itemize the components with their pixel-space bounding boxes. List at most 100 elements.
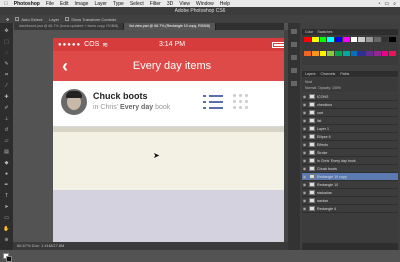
layer-row[interactable]: ◉ Stroke <box>302 149 398 157</box>
swatch[interactable] <box>304 50 311 56</box>
blur-tool-icon[interactable]: ◆ <box>3 161 10 166</box>
layer-row[interactable]: ◉ Rectangle 10 copy <box>302 173 398 181</box>
swatch[interactable] <box>327 50 334 56</box>
auto-select-checkbox[interactable]: Auto-Select: <box>15 17 43 22</box>
brush-tool-icon[interactable]: ✐ <box>3 106 10 111</box>
layer-row[interactable]: ◉ ICONS <box>302 93 398 101</box>
list-icon[interactable] <box>203 94 223 110</box>
eye-icon[interactable]: ◉ <box>302 93 307 100</box>
paragraph-icon[interactable] <box>291 68 297 73</box>
layer-row[interactable]: ◉ Effects <box>302 141 398 149</box>
move-tool-icon[interactable]: ✥ <box>3 29 10 34</box>
canvas-area[interactable]: ●●●●● COS ≋ 3:14 PM ‹ Every day items Ch… <box>13 30 291 250</box>
apple-icon[interactable]:  <box>4 1 8 7</box>
zoom-tool-icon[interactable]: ⊕ <box>3 238 10 243</box>
tab-layers[interactable]: Layers <box>305 71 316 77</box>
menu-layer[interactable]: Layer <box>94 1 107 7</box>
menu-filter[interactable]: Filter <box>150 1 161 7</box>
marquee-tool-icon[interactable]: ⬚ <box>3 40 10 45</box>
menu-edit[interactable]: Edit <box>60 1 69 7</box>
wifi-icon[interactable]: ◔ <box>377 1 380 7</box>
swatch[interactable] <box>342 37 350 42</box>
history-brush-tool-icon[interactable]: ↺ <box>3 128 10 133</box>
layer-row[interactable]: ◉ checkbox <box>302 101 398 109</box>
swatch[interactable] <box>335 50 342 56</box>
history-icon[interactable] <box>291 29 297 34</box>
battery-icon[interactable]: ▭ <box>384 1 389 7</box>
swatch[interactable] <box>311 50 319 56</box>
list-item[interactable]: Chuck boots in Chris' Every day book <box>53 81 291 127</box>
app-name[interactable]: Photoshop <box>14 1 40 7</box>
auto-select-dropdown[interactable]: Layer <box>49 17 59 22</box>
transform-checkbox[interactable]: Show Transform Controls <box>65 17 116 22</box>
healing-tool-icon[interactable]: ✚ <box>3 95 10 100</box>
eye-icon[interactable]: ◉ <box>302 181 307 188</box>
layer-row[interactable]: ◉ cart <box>302 109 398 117</box>
swatch[interactable] <box>381 50 389 56</box>
swatch[interactable] <box>350 50 358 56</box>
menu-file[interactable]: File <box>46 1 54 7</box>
layer-row[interactable]: ◉ Layer 1 <box>302 125 398 133</box>
swatch[interactable] <box>342 50 350 56</box>
type-tool-icon[interactable]: T <box>3 194 10 199</box>
stamp-tool-icon[interactable]: ⊥ <box>3 117 10 122</box>
crop-tool-icon[interactable]: ⌗ <box>3 73 10 78</box>
move-tool-icon[interactable]: ✥ <box>6 17 9 22</box>
menu-image[interactable]: Image <box>75 1 89 7</box>
eye-icon[interactable]: ◉ <box>302 149 307 156</box>
shape-tool-icon[interactable]: ▭ <box>3 216 10 221</box>
lasso-tool-icon[interactable]: ◌ <box>3 51 10 56</box>
eye-icon[interactable]: ◉ <box>302 197 307 204</box>
quick-select-tool-icon[interactable]: ✎ <box>3 62 10 67</box>
layer-row[interactable]: ◉ Rectangle 4 <box>302 205 398 213</box>
eye-icon[interactable]: ◉ <box>302 165 307 172</box>
swatch[interactable] <box>389 37 396 42</box>
path-select-tool-icon[interactable]: ➤ <box>3 205 10 210</box>
swatch[interactable] <box>373 37 381 42</box>
character-icon[interactable] <box>291 55 297 60</box>
menu-select[interactable]: Select <box>130 1 144 7</box>
background-color[interactable] <box>5 256 12 262</box>
gradient-tool-icon[interactable]: ▤ <box>3 150 10 155</box>
layer-row[interactable]: ◉ Chuck boots <box>302 165 398 173</box>
menu-type[interactable]: Type <box>113 1 124 7</box>
layer-row[interactable]: ◉ navbar <box>302 197 398 205</box>
swatch[interactable] <box>319 37 327 42</box>
swatch[interactable] <box>373 50 381 56</box>
swatch[interactable] <box>335 37 342 42</box>
layer-row[interactable]: ◉ in Chris' Every day book <box>302 157 398 165</box>
swatch[interactable] <box>327 37 334 42</box>
eye-icon[interactable]: ◉ <box>302 157 307 164</box>
hand-tool-icon[interactable]: ✋ <box>3 227 10 232</box>
eye-icon[interactable]: ◉ <box>302 109 307 116</box>
swatch[interactable] <box>358 37 365 42</box>
swatch[interactable] <box>389 50 396 56</box>
dodge-tool-icon[interactable]: ● <box>3 172 10 177</box>
layer-row[interactable]: ◉ list <box>302 117 398 125</box>
eye-icon[interactable]: ◉ <box>302 133 307 140</box>
tab-paths[interactable]: Paths <box>340 71 349 77</box>
pen-tool-icon[interactable]: ✒ <box>3 183 10 188</box>
tab-dashboard[interactable]: dashboard.psd @ 66.7% (Icons updated + f… <box>14 23 125 30</box>
grid-dots-icon[interactable] <box>233 94 249 110</box>
menu-3d[interactable]: 3D <box>167 1 173 7</box>
tab-list-view[interactable]: list view.psd @ 66.7% (Rectangle 10 copy… <box>124 23 217 30</box>
eye-icon[interactable]: ◉ <box>302 205 307 212</box>
properties-icon[interactable] <box>291 42 297 47</box>
eye-icon[interactable]: ◉ <box>302 173 307 180</box>
eye-icon[interactable]: ◉ <box>302 141 307 148</box>
swatches-grid[interactable] <box>302 35 398 65</box>
swatch[interactable] <box>366 37 373 42</box>
blend-mode-select[interactable]: Normal <box>305 86 316 90</box>
layer-row[interactable]: ◉ Ellipse 6 <box>302 133 398 141</box>
swatch[interactable] <box>311 37 319 42</box>
menu-help[interactable]: Help <box>220 1 230 7</box>
eye-icon[interactable]: ◉ <box>302 125 307 132</box>
swatch[interactable] <box>304 37 311 42</box>
opacity-field[interactable]: Opacity: 100% <box>318 86 341 90</box>
tab-channels[interactable]: Channels <box>321 71 336 77</box>
swatch[interactable] <box>319 50 327 56</box>
swatch[interactable] <box>366 50 373 56</box>
swatch[interactable] <box>350 37 358 42</box>
swatch[interactable] <box>358 50 365 56</box>
